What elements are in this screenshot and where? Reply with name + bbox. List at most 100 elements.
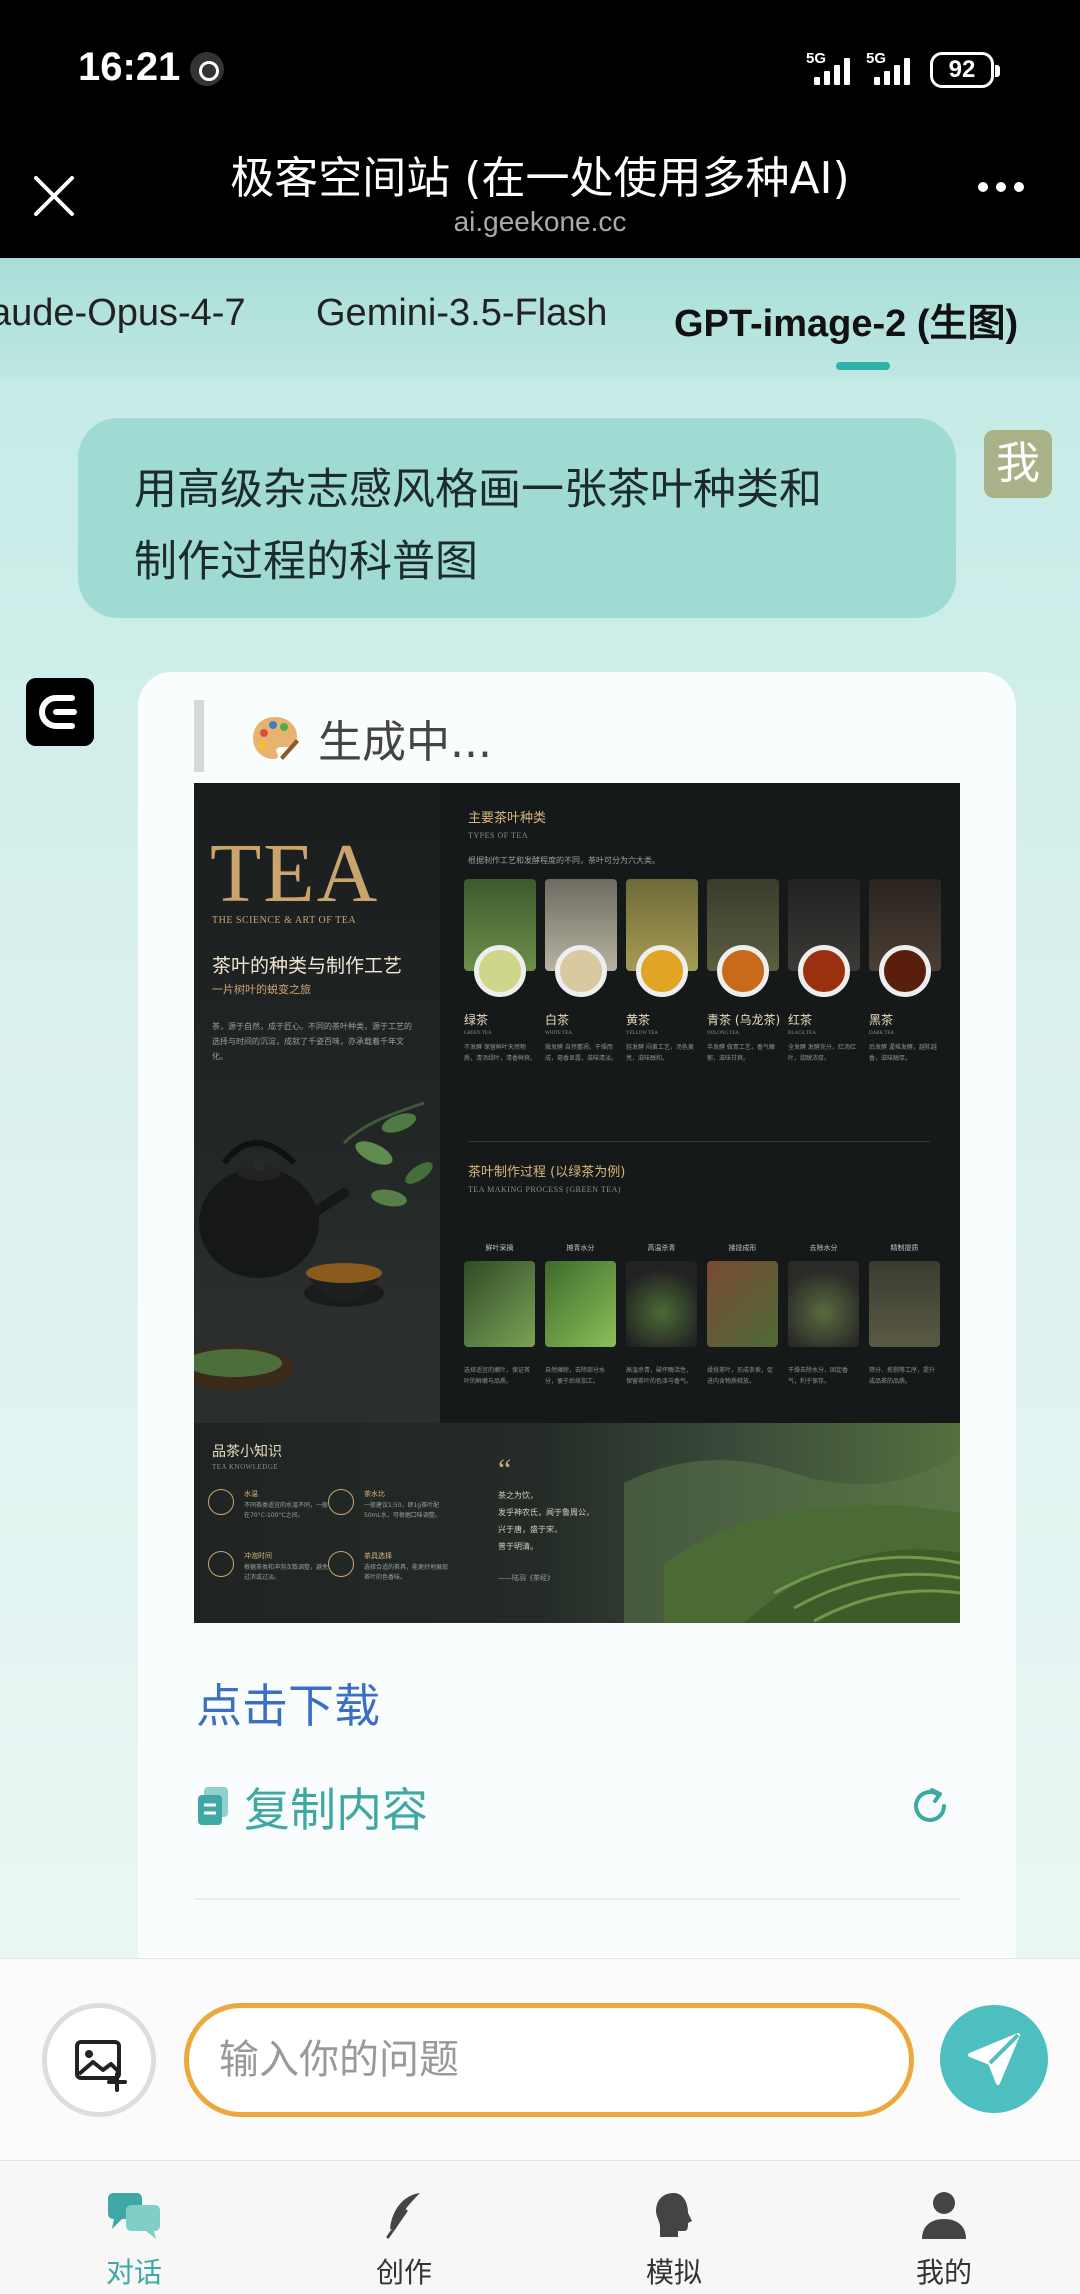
process-subtitle: TEA MAKING PROCESS (GREEN TEA) bbox=[468, 1185, 622, 1194]
poster-knowledge-panel: 品茶小知识 TEA KNOWLEDGE 水温 不同茶类适宜的水温不同，一般在70… bbox=[194, 1423, 960, 1623]
tea-type-card: 绿茶 GREEN TEA 不发酵 保留鲜叶天然物质，清汤绿叶，清香鲜爽。 bbox=[464, 879, 536, 1064]
water-drop-icon bbox=[208, 1489, 234, 1515]
process-step-name: 鲜叶采摘 bbox=[485, 1244, 514, 1252]
poster-headline: 茶叶的种类与制作工艺 bbox=[212, 955, 403, 977]
tea-type-desc: 全发酵 发酵充分，红汤红叶，甜醇浓厚。 bbox=[788, 1044, 856, 1062]
quote-author: ——陆羽《茶经》 bbox=[498, 1574, 554, 1582]
process-step-image bbox=[707, 1261, 778, 1347]
tea-type-name: 白茶 bbox=[545, 1013, 570, 1027]
refresh-icon[interactable] bbox=[908, 1784, 952, 1828]
alarm-icon bbox=[190, 52, 224, 86]
process-step-desc: 选择适宜的嫩叶，保证茶叶的鲜嫩与品质。 bbox=[464, 1367, 531, 1385]
copy-content-button[interactable]: 复制内容 bbox=[196, 1774, 428, 1840]
process-step: 揉捻成形 揉捻茶叶，形成条索，促进内含物质释放。 bbox=[707, 1243, 778, 1387]
battery-indicator: 92 bbox=[930, 52, 1000, 88]
process-step-name: 去除水分 bbox=[809, 1244, 838, 1252]
generation-status: 生成中... bbox=[250, 706, 492, 770]
knowledge-item-text: 根据茶类和冲泡次数调整，避免过浓或过淡。 bbox=[244, 1564, 329, 1581]
process-step-image bbox=[626, 1261, 697, 1347]
status-bar: 16:21 5G 5G 92 bbox=[0, 0, 1080, 140]
knowledge-title: 品茶小知识 bbox=[212, 1444, 282, 1460]
process-step-image bbox=[545, 1261, 616, 1347]
add-image-icon bbox=[75, 2040, 127, 2092]
feather-icon bbox=[386, 2193, 420, 2239]
knowledge-item-title: 茶具选择 bbox=[364, 1552, 392, 1560]
tea-type-card: 白茶 WHITE TEA 微发酵 自然萎凋，干燥而成，毫香显露，滋味清淡。 bbox=[545, 879, 617, 1064]
copy-content-label: 复制内容 bbox=[244, 1783, 428, 1837]
process-title: 茶叶制作过程 (以绿茶为例) bbox=[468, 1165, 626, 1180]
tea-cup-image bbox=[717, 945, 769, 997]
page-url: ai.geekone.cc bbox=[453, 206, 627, 237]
tea-type-desc: 不发酵 保留鲜叶天然物质，清汤绿叶，清香鲜爽。 bbox=[464, 1044, 537, 1062]
tea-type-name: 红茶 bbox=[788, 1013, 813, 1027]
page-title: 极客空间站 (在一处使用多种AI) bbox=[230, 153, 850, 204]
tab-gemini-flash[interactable]: Gemini-3.5-Flash bbox=[316, 292, 607, 335]
app-header: 极客空间站 (在一处使用多种AI) ai.geekone.cc bbox=[0, 140, 1080, 258]
divider bbox=[194, 1898, 960, 1900]
tab-claude-opus[interactable]: aude-Opus-4-7 bbox=[0, 292, 246, 335]
process-step-name: 摊青水分 bbox=[566, 1244, 595, 1252]
more-menu-icon[interactable] bbox=[978, 182, 1024, 192]
tea-type-en: GREEN TEA bbox=[464, 1031, 492, 1036]
tea-type-en: WHITE TEA bbox=[545, 1031, 572, 1036]
quote-bar bbox=[194, 700, 204, 772]
process-step-image bbox=[869, 1261, 940, 1347]
chat-icon bbox=[108, 2193, 160, 2239]
download-link[interactable]: 点击下载 bbox=[196, 1670, 380, 1736]
tea-hills-illustration bbox=[624, 1453, 960, 1623]
process-step: 去除水分 干燥去除水分，固定香气，利于保存。 bbox=[788, 1243, 859, 1387]
scale-icon bbox=[328, 1489, 354, 1515]
tea-type-card: 红茶 BLACK TEA 全发酵 发酵充分，红汤红叶，甜醇浓厚。 bbox=[788, 879, 860, 1064]
divider bbox=[468, 1141, 930, 1142]
model-tabs: aude-Opus-4-7 Gemini-3.5-Flash GPT-image… bbox=[0, 258, 1080, 380]
tea-type-en: DARK TEA bbox=[869, 1031, 895, 1036]
process-step: 鲜叶采摘 选择适宜的嫩叶，保证茶叶的鲜嫩与品质。 bbox=[464, 1243, 535, 1387]
process-step-image bbox=[788, 1261, 859, 1347]
nav-item-create[interactable]: 创作 bbox=[304, 2161, 504, 2294]
bot-avatar bbox=[26, 678, 94, 746]
quote-mark: “ bbox=[498, 1453, 512, 1486]
question-input[interactable] bbox=[184, 2003, 914, 2117]
tea-type-desc: 后发酵 渥堆发酵，越陈越香，滋味醇厚。 bbox=[869, 1044, 937, 1062]
tea-cup-image bbox=[879, 945, 931, 997]
tea-type-en: YELLOW TEA bbox=[626, 1031, 658, 1036]
chat-area[interactable]: 用高级杂志感风格画一张茶叶种类和 制作过程的科普图 我 生成中... TEA T… bbox=[0, 380, 1080, 1958]
tea-cup-image bbox=[555, 945, 607, 997]
tea-type-desc: 微发酵 自然萎凋，干燥而成，毫香显露，滋味清淡。 bbox=[545, 1044, 618, 1062]
tea-cup-image bbox=[798, 945, 850, 997]
knowledge-item-text: 不同茶类适宜的水温不同，一般在70°C-100°C之间。 bbox=[244, 1502, 329, 1519]
poster-intro: 茶，源于自然，成于匠心。不同的茶叶种类，源于工艺的选择与时间的沉淀，成就了千姿百… bbox=[212, 1022, 412, 1061]
tea-cup-image bbox=[636, 945, 688, 997]
tea-types-grid: 绿茶 GREEN TEA 不发酵 保留鲜叶天然物质，清汤绿叶，清香鲜爽。 白茶 … bbox=[464, 879, 944, 1064]
nav-item-simulate[interactable]: 模拟 bbox=[574, 2161, 774, 2294]
generated-image[interactable]: TEA THE SCIENCE & ART OF TEA 茶叶的种类与制作工艺 … bbox=[194, 783, 960, 1623]
user-avatar: 我 bbox=[984, 430, 1052, 498]
generation-status-text: 生成中... bbox=[318, 717, 492, 768]
tab-gpt-image[interactable]: GPT-image-2 (生图) bbox=[674, 292, 1018, 347]
process-step-name: 高温杀青 bbox=[647, 1244, 676, 1252]
add-image-button[interactable] bbox=[42, 2003, 156, 2117]
process-step: 摊青水分 自然摊晾，去除部分水分，便于后续加工。 bbox=[545, 1243, 616, 1387]
tea-type-card: 青茶 (乌龙茶) OOLONG TEA 半发酵 做青工艺，香气馥郁，滋味甘爽。 bbox=[707, 879, 781, 1064]
tea-type-name: 青茶 (乌龙茶) bbox=[707, 1013, 781, 1027]
knowledge-item-title: 水温 bbox=[244, 1490, 258, 1498]
input-bar bbox=[0, 1958, 1080, 2160]
nav-item-profile[interactable]: 我的 bbox=[844, 2161, 1044, 2294]
teapot-icon bbox=[328, 1551, 354, 1577]
tea-types-subtitle: TYPES OF TEA bbox=[468, 831, 529, 840]
nav-item-chat[interactable]: 对话 bbox=[34, 2161, 234, 2294]
user-icon bbox=[922, 2192, 966, 2239]
nav-label: 我的 bbox=[915, 2256, 972, 2289]
user-message-line: 用高级杂志感风格画一张茶叶种类和 bbox=[134, 465, 822, 515]
bot-message-card: 生成中... TEA THE SCIENCE & ART OF TEA 茶叶的种… bbox=[138, 672, 1016, 1958]
process-step: 高温杀青 高温杀青，破坏酶活性，保留茶叶的色泽与香气。 bbox=[626, 1243, 697, 1387]
send-button[interactable] bbox=[940, 2005, 1048, 2113]
process-step: 精制提质 筛分、拣剔等工序，提升成品茶的品质。 bbox=[869, 1243, 940, 1387]
process-step-name: 精制提质 bbox=[890, 1244, 919, 1252]
tea-type-desc: 轻发酵 闷黄工艺，汤色黄亮，滋味醇和。 bbox=[626, 1044, 694, 1062]
head-profile-icon bbox=[656, 2193, 692, 2237]
teapot-illustration bbox=[194, 1101, 440, 1423]
poster-tagline: THE SCIENCE & ART OF TEA bbox=[212, 915, 357, 926]
knowledge-item-text: 一般建议1:50，即1g茶叶配50mL水，可根据口味调整。 bbox=[364, 1502, 441, 1519]
nav-label: 创作 bbox=[375, 2256, 432, 2289]
